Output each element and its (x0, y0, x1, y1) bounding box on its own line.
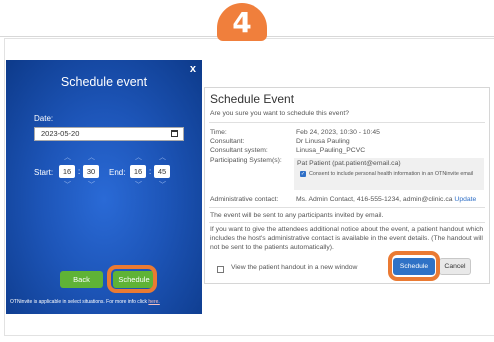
date-input[interactable]: 2023-05-20 (34, 127, 184, 141)
update-link[interactable]: Update (454, 196, 476, 203)
dialog-title: Schedule Event (210, 92, 295, 106)
start-label: Start: (34, 168, 54, 177)
handout-info-text: If you want to give the attendees additi… (210, 226, 484, 251)
footer-link[interactable]: here. (148, 299, 159, 305)
consent-text: Consent to include personal health infor… (309, 171, 474, 177)
participating-systems-label: Participating System(s): (210, 157, 282, 164)
footer-text: OTNinvite is applicable in select situat… (10, 299, 149, 305)
end-hour-up-icon[interactable]: ︿ (135, 152, 142, 162)
highlight-ring (107, 265, 157, 293)
divider (209, 207, 485, 208)
schedule-event-modal: x Schedule event Date: 2023-05-20 ︿ ︿ ︿ … (6, 60, 202, 314)
footer-note: OTNinvite is applicable in select situat… (10, 299, 160, 305)
close-icon[interactable]: x (190, 63, 196, 75)
date-label: Date: (34, 114, 54, 123)
dialog-subtitle: Are you sure you want to schedule this e… (210, 110, 350, 117)
schedule-event-confirm-dialog: Schedule Event Are you sure you want to … (204, 87, 490, 284)
admin-contact-row: Ms. Admin Contact, 416-555-1234, admin@c… (296, 196, 476, 203)
consultant-value: Dr Linusa Pauling (296, 138, 350, 145)
start-min-up-icon[interactable]: ︿ (88, 152, 95, 162)
end-hour-down-icon[interactable]: ﹀ (135, 180, 142, 190)
end-minute-input[interactable]: 45 (154, 165, 170, 178)
participant-box: Pat Patient (pat.patient@email.ca) ✓ Con… (294, 158, 484, 190)
consultant-label: Consultant: (210, 138, 245, 145)
step-number-badge: 4 (217, 3, 267, 41)
start-minute-input[interactable]: 30 (83, 165, 99, 178)
highlight-ring (388, 251, 440, 281)
end-min-down-icon[interactable]: ﹀ (159, 180, 166, 190)
admin-contact-value: Ms. Admin Contact, 416-555-1234, admin@c… (296, 196, 453, 203)
time-value: Feb 24, 2023, 10:30 - 10:45 (296, 129, 380, 136)
calendar-icon[interactable] (171, 130, 178, 137)
time-label: Time: (210, 129, 227, 136)
end-min-up-icon[interactable]: ︿ (159, 152, 166, 162)
start-hour-down-icon[interactable]: ﹀ (64, 180, 71, 190)
back-button[interactable]: Back (60, 271, 103, 288)
divider (209, 222, 485, 223)
end-label: End: (109, 168, 126, 177)
date-value: 2023-05-20 (41, 129, 80, 138)
cancel-button[interactable]: Cancel (439, 258, 471, 275)
time-separator: : (149, 167, 152, 176)
end-hour-input[interactable]: 16 (130, 165, 146, 178)
start-hour-input[interactable]: 16 (59, 165, 75, 178)
admin-contact-label: Administrative contact: (210, 196, 279, 203)
email-info-text: The event will be sent to any participan… (210, 212, 384, 219)
divider (209, 122, 485, 123)
handout-checkbox[interactable] (217, 266, 224, 273)
consultant-system-value: Linusa_Pauling_PCVC (296, 147, 366, 154)
consent-checkbox[interactable]: ✓ (300, 171, 306, 177)
handout-checkbox-label[interactable]: View the patient handout in a new window (231, 264, 357, 271)
start-hour-up-icon[interactable]: ︿ (64, 152, 71, 162)
time-separator: : (78, 167, 81, 176)
consultant-system-label: Consultant system: (210, 147, 268, 154)
start-min-down-icon[interactable]: ﹀ (88, 180, 95, 190)
participant-name: Pat Patient (pat.patient@email.ca) (297, 160, 401, 167)
modal-title: Schedule event (60, 75, 148, 89)
